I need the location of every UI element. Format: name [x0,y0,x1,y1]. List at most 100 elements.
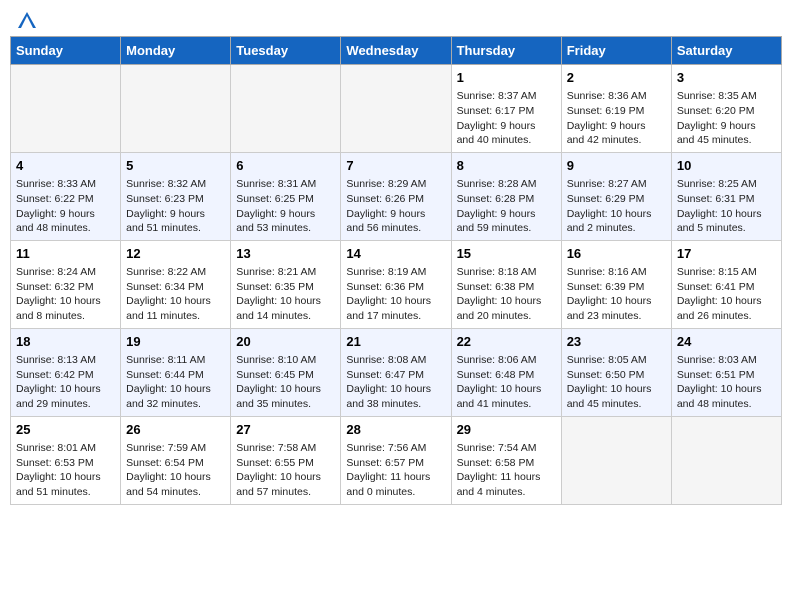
calendar-cell: 20 Sunrise: 8:10 AMSunset: 6:45 PMDayligh… [231,328,341,416]
day-number: 16 [567,245,666,263]
day-number: 21 [346,333,445,351]
calendar-cell: 18 Sunrise: 8:13 AMSunset: 6:42 PMDayligh… [11,328,121,416]
day-info: Sunrise: 7:54 AMSunset: 6:58 PMDaylight:… [457,441,556,500]
calendar-week-row: 4 Sunrise: 8:33 AMSunset: 6:22 PMDaylight… [11,152,782,240]
day-number: 13 [236,245,335,263]
calendar-cell: 7 Sunrise: 8:29 AMSunset: 6:26 PMDaylight… [341,152,451,240]
day-number: 28 [346,421,445,439]
day-number: 10 [677,157,776,175]
day-info: Sunrise: 8:27 AMSunset: 6:29 PMDaylight:… [567,177,666,236]
calendar-week-row: 25 Sunrise: 8:01 AMSunset: 6:53 PMDayligh… [11,416,782,504]
day-number: 2 [567,69,666,87]
column-header-friday: Friday [561,37,671,65]
day-info: Sunrise: 8:11 AMSunset: 6:44 PMDaylight:… [126,353,225,412]
day-number: 14 [346,245,445,263]
day-number: 1 [457,69,556,87]
calendar-cell: 11 Sunrise: 8:24 AMSunset: 6:32 PMDayligh… [11,240,121,328]
calendar-cell: 16 Sunrise: 8:16 AMSunset: 6:39 PMDayligh… [561,240,671,328]
day-info: Sunrise: 8:28 AMSunset: 6:28 PMDaylight:… [457,177,556,236]
calendar-cell: 12 Sunrise: 8:22 AMSunset: 6:34 PMDayligh… [121,240,231,328]
day-number: 26 [126,421,225,439]
day-number: 29 [457,421,556,439]
calendar-cell: 25 Sunrise: 8:01 AMSunset: 6:53 PMDayligh… [11,416,121,504]
calendar-cell: 21 Sunrise: 8:08 AMSunset: 6:47 PMDayligh… [341,328,451,416]
calendar-cell: 4 Sunrise: 8:33 AMSunset: 6:22 PMDaylight… [11,152,121,240]
day-info: Sunrise: 8:16 AMSunset: 6:39 PMDaylight:… [567,265,666,324]
day-info: Sunrise: 7:56 AMSunset: 6:57 PMDaylight:… [346,441,445,500]
day-info: Sunrise: 8:36 AMSunset: 6:19 PMDaylight:… [567,89,666,148]
day-info: Sunrise: 8:37 AMSunset: 6:17 PMDaylight:… [457,89,556,148]
column-header-sunday: Sunday [11,37,121,65]
day-info: Sunrise: 7:59 AMSunset: 6:54 PMDaylight:… [126,441,225,500]
day-number: 24 [677,333,776,351]
day-number: 25 [16,421,115,439]
day-info: Sunrise: 8:08 AMSunset: 6:47 PMDaylight:… [346,353,445,412]
calendar-cell: 29 Sunrise: 7:54 AMSunset: 6:58 PMDayligh… [451,416,561,504]
calendar-cell: 23 Sunrise: 8:05 AMSunset: 6:50 PMDayligh… [561,328,671,416]
day-info: Sunrise: 8:22 AMSunset: 6:34 PMDaylight:… [126,265,225,324]
day-number: 23 [567,333,666,351]
day-number: 15 [457,245,556,263]
calendar-cell: 5 Sunrise: 8:32 AMSunset: 6:23 PMDaylight… [121,152,231,240]
column-header-tuesday: Tuesday [231,37,341,65]
calendar-cell: 9 Sunrise: 8:27 AMSunset: 6:29 PMDaylight… [561,152,671,240]
day-number: 7 [346,157,445,175]
day-number: 3 [677,69,776,87]
calendar-cell [11,65,121,153]
day-info: Sunrise: 8:01 AMSunset: 6:53 PMDaylight:… [16,441,115,500]
day-info: Sunrise: 7:58 AMSunset: 6:55 PMDaylight:… [236,441,335,500]
day-info: Sunrise: 8:29 AMSunset: 6:26 PMDaylight:… [346,177,445,236]
calendar-cell: 19 Sunrise: 8:11 AMSunset: 6:44 PMDayligh… [121,328,231,416]
day-info: Sunrise: 8:06 AMSunset: 6:48 PMDaylight:… [457,353,556,412]
column-header-thursday: Thursday [451,37,561,65]
calendar-cell: 3 Sunrise: 8:35 AMSunset: 6:20 PMDaylight… [671,65,781,153]
calendar-cell [561,416,671,504]
day-info: Sunrise: 8:10 AMSunset: 6:45 PMDaylight:… [236,353,335,412]
calendar-cell [231,65,341,153]
day-number: 19 [126,333,225,351]
calendar-cell: 1 Sunrise: 8:37 AMSunset: 6:17 PMDaylight… [451,65,561,153]
calendar-cell: 17Sunrise: 8:15 AMSunset: 6:41 PMDayligh… [671,240,781,328]
day-info: Sunrise: 8:05 AMSunset: 6:50 PMDaylight:… [567,353,666,412]
day-number: 9 [567,157,666,175]
day-number: 6 [236,157,335,175]
day-info: Sunrise: 8:35 AMSunset: 6:20 PMDaylight:… [677,89,776,148]
calendar-cell: 8Sunrise: 8:28 AMSunset: 6:28 PMDaylight… [451,152,561,240]
calendar-cell: 15 Sunrise: 8:18 AMSunset: 6:38 PMDayligh… [451,240,561,328]
calendar-cell [671,416,781,504]
day-number: 11 [16,245,115,263]
day-info: Sunrise: 8:25 AMSunset: 6:31 PMDaylight:… [677,177,776,236]
day-number: 12 [126,245,225,263]
day-number: 5 [126,157,225,175]
calendar-cell: 14 Sunrise: 8:19 AMSunset: 6:36 PMDayligh… [341,240,451,328]
calendar-cell: 6Sunrise: 8:31 AMSunset: 6:25 PMDaylight… [231,152,341,240]
calendar-week-row: 18 Sunrise: 8:13 AMSunset: 6:42 PMDayligh… [11,328,782,416]
logo [14,10,38,28]
day-info: Sunrise: 8:18 AMSunset: 6:38 PMDaylight:… [457,265,556,324]
day-number: 22 [457,333,556,351]
day-info: Sunrise: 8:13 AMSunset: 6:42 PMDaylight:… [16,353,115,412]
day-info: Sunrise: 8:21 AMSunset: 6:35 PMDaylight:… [236,265,335,324]
day-info: Sunrise: 8:03 AMSunset: 6:51 PMDaylight:… [677,353,776,412]
calendar-week-row: 1 Sunrise: 8:37 AMSunset: 6:17 PMDaylight… [11,65,782,153]
calendar-cell: 2 Sunrise: 8:36 AMSunset: 6:19 PMDaylight… [561,65,671,153]
day-number: 4 [16,157,115,175]
logo-icon [16,10,38,32]
calendar-header-row: SundayMondayTuesdayWednesdayThursdayFrid… [11,37,782,65]
calendar-cell: 22 Sunrise: 8:06 AMSunset: 6:48 PMDayligh… [451,328,561,416]
day-number: 20 [236,333,335,351]
calendar-cell: 13 Sunrise: 8:21 AMSunset: 6:35 PMDayligh… [231,240,341,328]
calendar-cell: 24 Sunrise: 8:03 AMSunset: 6:51 PMDayligh… [671,328,781,416]
day-number: 18 [16,333,115,351]
day-number: 17 [677,245,776,263]
calendar-week-row: 11 Sunrise: 8:24 AMSunset: 6:32 PMDayligh… [11,240,782,328]
day-info: Sunrise: 8:19 AMSunset: 6:36 PMDaylight:… [346,265,445,324]
calendar-cell: 26 Sunrise: 7:59 AMSunset: 6:54 PMDayligh… [121,416,231,504]
calendar-cell [121,65,231,153]
calendar-cell: 28 Sunrise: 7:56 AMSunset: 6:57 PMDayligh… [341,416,451,504]
day-info: Sunrise: 8:33 AMSunset: 6:22 PMDaylight:… [16,177,115,236]
day-info: Sunrise: 8:32 AMSunset: 6:23 PMDaylight:… [126,177,225,236]
column-header-wednesday: Wednesday [341,37,451,65]
column-header-saturday: Saturday [671,37,781,65]
day-info: Sunrise: 8:24 AMSunset: 6:32 PMDaylight:… [16,265,115,324]
